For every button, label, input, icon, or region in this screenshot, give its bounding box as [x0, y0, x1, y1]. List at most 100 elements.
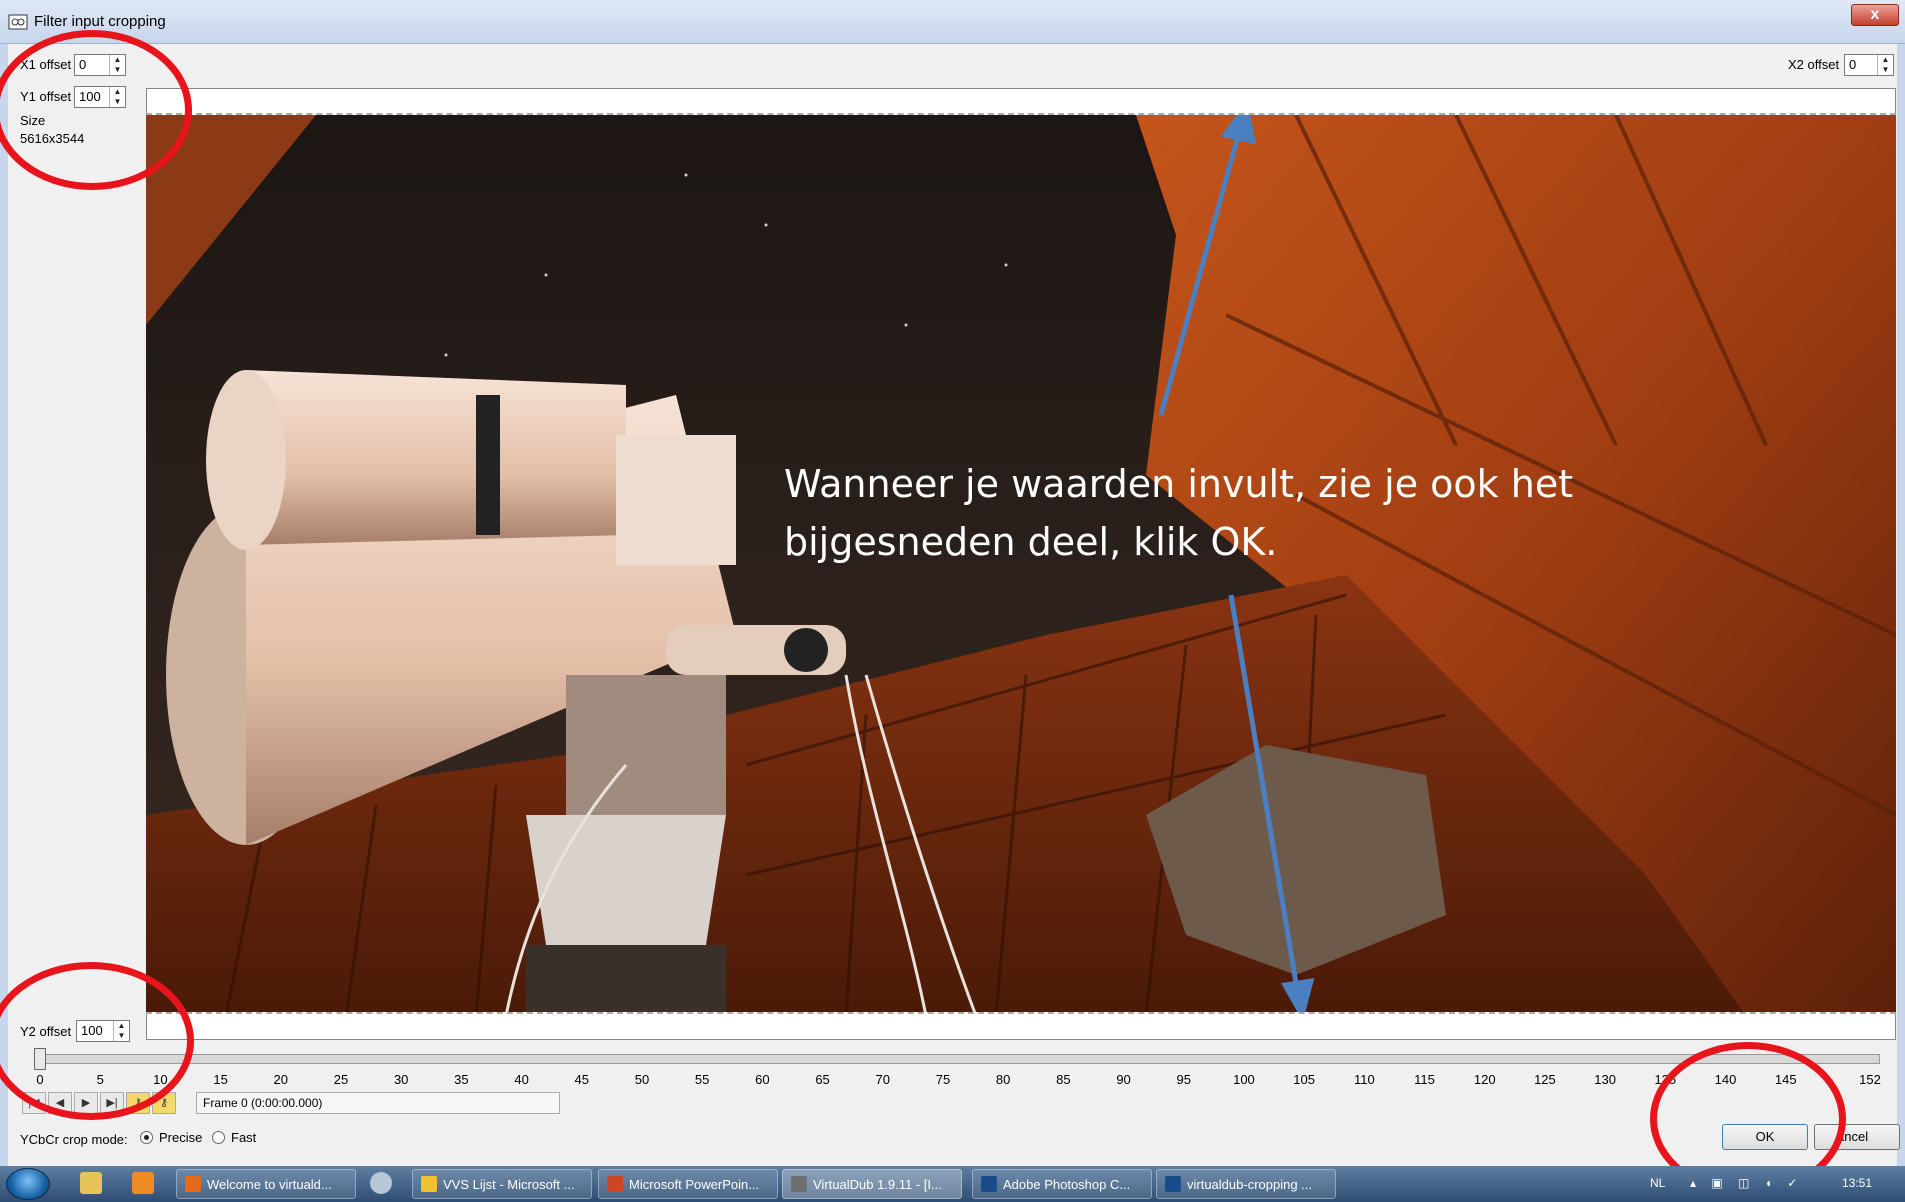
timeline-tick-label: 105 — [1293, 1072, 1315, 1087]
key-next-icon[interactable]: ⚷ — [152, 1092, 176, 1114]
taskbar-item[interactable]: Microsoft PowerPoin... — [598, 1169, 778, 1199]
language-indicator[interactable]: NL — [1650, 1176, 1665, 1190]
navigation-buttons: |◀ ◀ ▶ ▶| ⚷ ⚷ — [22, 1092, 176, 1114]
explorer-icon[interactable] — [80, 1172, 102, 1194]
timeline-tick-label: 15 — [213, 1072, 228, 1087]
taskbar-item-label: Microsoft PowerPoin... — [629, 1176, 760, 1192]
timeline-slider[interactable]: 0 5 10 15 20 25 30 35 40 45 50 55 60 65 70 75 80 85 90 95 10… — [28, 1048, 1888, 1088]
app-icon — [1165, 1176, 1181, 1192]
taskbar-item[interactable]: VirtualDub 1.9.11 - [I... — [782, 1169, 962, 1199]
windows-taskbar: Welcome to virtuald... VVS Lijst - Micros… — [0, 1166, 1905, 1202]
y1-offset-spinner[interactable]: 100 ▲ ▼ — [74, 86, 126, 108]
window-title: Filter input cropping — [34, 13, 166, 30]
crop-mode-fast-radio[interactable]: Fast — [212, 1130, 256, 1145]
tray-icons[interactable]: ▴ ▣ ◫ ◖ ✓ — [1690, 1176, 1803, 1190]
taskbar-item-label: VVS Lijst - Microsoft ... — [443, 1176, 575, 1192]
timeline-tick-label: 0 — [36, 1072, 44, 1087]
timeline-thumb[interactable] — [34, 1048, 46, 1070]
key-previous-icon[interactable]: ⚷ — [126, 1092, 150, 1114]
y2-offset-value[interactable]: 100 — [77, 1021, 113, 1041]
timeline-tick-label: 40 — [514, 1072, 529, 1087]
annotation-text: Wanneer je waarden invult, zie je ook he… — [784, 455, 1664, 571]
size-value: 5616x3544 — [20, 131, 85, 146]
timeline-tick-label: 120 — [1473, 1072, 1496, 1087]
timeline-tick-label: 65 — [815, 1072, 830, 1087]
frame-display: Frame 0 (0:00:00.000) — [196, 1092, 560, 1114]
spin-down-icon[interactable]: ▼ — [110, 97, 125, 107]
timeline-track[interactable] — [40, 1054, 1880, 1064]
x1-offset-spinner[interactable]: 0 ▲ ▼ — [74, 54, 126, 76]
clock[interactable]: 13:51 — [1842, 1176, 1872, 1190]
go-end-icon[interactable]: ▶| — [100, 1092, 124, 1114]
go-start-icon[interactable]: |◀ — [22, 1092, 46, 1114]
y1-offset-value[interactable]: 100 — [75, 87, 109, 107]
timeline-tick-label: 125 — [1534, 1072, 1556, 1087]
spin-down-icon[interactable]: ▼ — [110, 65, 125, 75]
spin-down-icon[interactable]: ▼ — [1878, 65, 1893, 75]
search-icon[interactable] — [370, 1172, 392, 1194]
timeline-tick-label: 20 — [273, 1072, 289, 1087]
timeline-tick-label: 95 — [1176, 1072, 1191, 1087]
taskbar-item[interactable]: Welcome to virtuald... — [176, 1169, 356, 1199]
crop-mode-label: YCbCr crop mode: — [20, 1132, 128, 1147]
timeline-tick-label: 35 — [454, 1072, 469, 1087]
x1-offset-value[interactable]: 0 — [75, 55, 109, 75]
app-icon — [981, 1176, 997, 1192]
timeline-tick-label: 85 — [1056, 1072, 1071, 1087]
step-back-icon[interactable]: ◀ — [48, 1092, 72, 1114]
timeline-tick-label: 110 — [1353, 1072, 1375, 1087]
virtualdub-icon — [8, 14, 28, 30]
app-icon — [421, 1176, 437, 1192]
timeline-tick-label: 10 — [153, 1072, 168, 1087]
timeline-tick-label: 135 — [1654, 1072, 1677, 1087]
close-button[interactable]: x — [1851, 4, 1899, 26]
spin-up-icon[interactable]: ▲ — [1878, 55, 1893, 65]
spin-up-icon[interactable]: ▲ — [110, 55, 125, 65]
step-forward-icon[interactable]: ▶ — [74, 1092, 98, 1114]
spin-up-icon[interactable]: ▲ — [114, 1021, 129, 1031]
crop-mode-precise-radio[interactable]: Precise — [140, 1130, 202, 1145]
timeline-tick-label: 5 — [96, 1072, 104, 1087]
timeline-tick-label: 145 — [1774, 1072, 1797, 1087]
timeline-tick-label: 30 — [393, 1072, 409, 1087]
x1-offset-label: X1 offset — [20, 57, 72, 72]
timeline-tick-label: 152 — [1859, 1072, 1881, 1087]
taskbar-item-label: Welcome to virtuald... — [207, 1176, 332, 1192]
timeline-tick-label: 55 — [694, 1072, 710, 1087]
taskbar-item-label: VirtualDub 1.9.11 - [I... — [813, 1176, 942, 1192]
fast-label: Fast — [231, 1130, 257, 1145]
ok-button[interactable]: OK — [1722, 1124, 1808, 1150]
timeline-tick-label: 75 — [935, 1072, 951, 1087]
radio-unselected-icon[interactable] — [212, 1131, 225, 1144]
timeline-tick-label: 80 — [995, 1072, 1011, 1087]
size-label: Size — [20, 113, 46, 128]
annotation-line-1: Wanneer je waarden invult, zie je ook he… — [784, 462, 1574, 506]
timeline-tick-label: 90 — [1116, 1072, 1131, 1087]
y1-offset-label: Y1 offset — [20, 89, 72, 104]
y2-offset-label: Y2 offset — [20, 1024, 72, 1039]
x2-offset-spinner[interactable]: 0 ▲ ▼ — [1844, 54, 1894, 76]
app-icon — [791, 1176, 807, 1192]
title-bar: Filter input cropping x — [0, 0, 1905, 44]
radio-selected-icon[interactable] — [140, 1131, 153, 1144]
annotation-line-2: bijgesneden deel, klik OK. — [784, 520, 1278, 564]
spin-down-icon[interactable]: ▼ — [114, 1031, 129, 1041]
media-player-icon[interactable] — [132, 1172, 154, 1194]
taskbar-item[interactable]: Adobe Photoshop C... — [972, 1169, 1152, 1199]
cancel-button[interactable]: ancel — [1814, 1124, 1900, 1150]
timeline-tick-label: 60 — [755, 1072, 770, 1087]
timeline-tick-label: 50 — [634, 1072, 650, 1087]
x2-offset-label: X2 offset — [1788, 57, 1840, 72]
taskbar-item[interactable]: virtualdub-cropping ... — [1156, 1169, 1336, 1199]
timeline-tick-label: 130 — [1594, 1072, 1616, 1087]
precise-label: Precise — [159, 1130, 203, 1145]
spin-up-icon[interactable]: ▲ — [110, 87, 125, 97]
taskbar-item-label: Adobe Photoshop C... — [1003, 1176, 1131, 1192]
timeline-tick-label: 100 — [1233, 1072, 1255, 1087]
timeline-tick-label: 115 — [1414, 1072, 1435, 1087]
x2-offset-value[interactable]: 0 — [1845, 55, 1877, 75]
taskbar-item-label: virtualdub-cropping ... — [1187, 1176, 1313, 1192]
start-button[interactable] — [6, 1168, 50, 1200]
y2-offset-spinner[interactable]: 100 ▲ ▼ — [76, 1020, 130, 1042]
taskbar-item[interactable]: VVS Lijst - Microsoft ... — [412, 1169, 592, 1199]
